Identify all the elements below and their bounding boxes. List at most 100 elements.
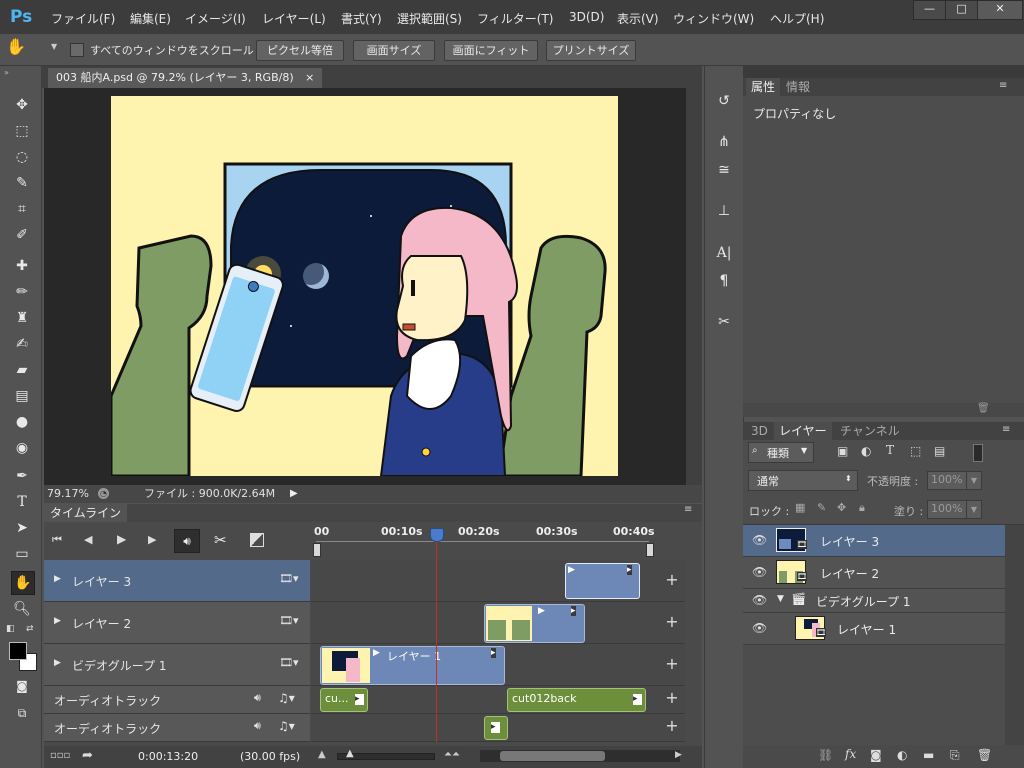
clip-options-icon[interactable]: ▸ [571, 606, 576, 616]
hand-tool-selected-icon[interactable]: ✋ [11, 571, 35, 595]
play-icon[interactable]: ▶ [117, 532, 126, 546]
audio-clip-options-icon[interactable]: ▸ [491, 722, 500, 733]
lock-transparent-icon[interactable]: ▦ [795, 501, 805, 514]
opacity-field[interactable]: 100% [927, 471, 967, 490]
clip-expand-icon[interactable]: ▶ [538, 606, 545, 616]
menu-file[interactable]: ファイル(F) [51, 10, 115, 27]
menu-layer[interactable]: レイヤー(L) [262, 10, 326, 27]
tab-properties[interactable]: 属性 [746, 78, 781, 96]
character-panel-icon[interactable]: A| [713, 242, 735, 264]
zoom-tool-icon[interactable]: 🔍︎ [11, 598, 33, 620]
new-adjustment-layer-icon[interactable]: ◐ [897, 748, 907, 762]
expand-track-icon[interactable]: ▶ [54, 658, 61, 668]
opacity-dropdown-icon[interactable]: ▼ [966, 471, 982, 490]
previous-frame-icon[interactable]: ◀ [84, 533, 92, 546]
hand-tool-icon[interactable]: ✋ [6, 37, 26, 56]
properties-trash-icon[interactable]: 🗑︎ [977, 403, 990, 414]
visibility-eye-icon[interactable]: 👁︎ [752, 565, 767, 579]
tab-3d[interactable]: 3D [746, 422, 773, 440]
track-header-layer3[interactable]: ▶ レイヤー 3 🎞︎▾ [44, 560, 310, 602]
convert-to-frame-animation-icon[interactable]: ▫▫▫ [50, 750, 70, 761]
audio-volume-icon[interactable]: 🔊︎ [254, 719, 261, 733]
render-video-icon[interactable]: ➦ [82, 748, 93, 763]
filter-type-icon[interactable]: T [886, 443, 894, 457]
blend-mode-select[interactable]: 通常 ⬍ [748, 470, 858, 491]
work-area-start-handle[interactable] [313, 543, 321, 557]
track-header-layer2[interactable]: ▶ レイヤー 2 🎞︎▾ [44, 602, 310, 644]
add-audio-2-button[interactable]: + [664, 716, 680, 735]
clip-expand-icon[interactable]: ▶ [568, 565, 575, 575]
layers-menu-icon[interactable]: ≡ [1002, 424, 1010, 435]
menu-select[interactable]: 選択範囲(S) [397, 10, 462, 27]
layer-row-layer2[interactable]: 👁︎ 🎞︎ レイヤー 2 [743, 557, 1005, 589]
path-selection-tool-icon[interactable]: ➤ [11, 517, 33, 539]
go-to-first-frame-icon[interactable]: ⏮ [52, 533, 62, 547]
filter-adjustment-icon[interactable]: ◐ [861, 444, 871, 458]
collapse-toolbar-icon[interactable]: » [4, 68, 9, 77]
clip-expand-icon[interactable]: ▶ [373, 648, 380, 658]
history-panel-icon[interactable]: ↺ [713, 90, 735, 112]
artwork-canvas[interactable] [111, 96, 618, 476]
type-tool-icon[interactable]: T [11, 491, 33, 513]
timeline-zoom-thumb[interactable]: ▲ [346, 748, 354, 759]
fill-dropdown-icon[interactable]: ▼ [966, 500, 982, 519]
zoom-in-timeline-icon[interactable]: ⏶⏶ [444, 749, 460, 760]
gradient-tool-icon[interactable]: ▤ [11, 385, 33, 407]
clip-video-group[interactable]: ▶ レイヤー 1 ▸ [320, 646, 505, 685]
blur-tool-icon[interactable]: ● [11, 411, 33, 433]
track-film-menu-icon[interactable]: 🎞︎▾ [279, 572, 299, 585]
fill-screen-button[interactable]: 画面にフィット [444, 40, 538, 61]
document-tab[interactable]: 003 船内A.psd @ 79.2% (レイヤー 3, RGB/8) × [48, 68, 323, 88]
menu-view[interactable]: 表示(V) [617, 10, 659, 27]
link-layers-icon[interactable]: ⛓︎ [818, 748, 833, 762]
tab-channels[interactable]: チャンネル [835, 422, 905, 440]
expand-track-icon[interactable]: ▶ [54, 616, 61, 626]
zoom-out-timeline-icon[interactable]: ▲ [318, 749, 326, 760]
rectangle-tool-icon[interactable]: ▭ [11, 543, 33, 565]
brush-tool-icon[interactable]: ✏ [11, 281, 33, 303]
lock-image-icon[interactable]: ✎ [817, 501, 826, 514]
move-tool-icon[interactable]: ✥ [11, 94, 33, 116]
audio-clip-options-icon[interactable]: ▸ [633, 694, 642, 705]
eyedropper-tool-icon[interactable]: ✐ [11, 224, 33, 246]
clone-source-icon[interactable]: ⊥ [713, 200, 735, 222]
dodge-tool-icon[interactable]: ◉ [11, 437, 33, 459]
healing-brush-tool-icon[interactable]: ✚ [11, 255, 33, 277]
audio-volume-icon[interactable]: 🔊︎ [254, 691, 261, 705]
audio-clip-options-icon[interactable]: ▸ [355, 694, 364, 705]
layers-scrollbar[interactable] [1005, 525, 1024, 748]
quick-mask-icon[interactable]: ◙ [11, 675, 33, 697]
default-colors-icon[interactable]: ◧ [6, 624, 15, 634]
menu-type[interactable]: 書式(Y) [341, 10, 382, 27]
timeline-scroll-right-icon[interactable]: ▶ [675, 750, 682, 760]
track-film-menu-icon[interactable]: 🎞︎▾ [279, 656, 299, 669]
clone-stamp-tool-icon[interactable]: ♜ [11, 307, 33, 329]
track-film-menu-icon[interactable]: 🎞︎▾ [279, 614, 299, 627]
filter-pixel-icon[interactable]: ▣ [837, 444, 848, 458]
visibility-eye-icon[interactable]: 👁︎ [752, 621, 767, 635]
track-header-video-group[interactable]: ▶ ビデオグループ 1 🎞︎▾ [44, 644, 310, 686]
status-menu-icon[interactable]: ◔ [98, 488, 109, 499]
filter-smart-object-icon[interactable]: ▤ [934, 444, 945, 458]
lasso-tool-icon[interactable]: ◌ [11, 146, 33, 168]
add-media-layer3-button[interactable]: + [664, 570, 680, 589]
transition-icon[interactable] [250, 533, 264, 547]
pen-tool-icon[interactable]: ✒ [11, 465, 33, 487]
menu-edit[interactable]: 編集(E) [130, 10, 171, 27]
new-layer-icon[interactable]: ⎘ [950, 748, 960, 763]
expand-track-icon[interactable]: ▶ [54, 574, 61, 584]
clip-layer3[interactable]: ▶ ▸ [565, 563, 640, 599]
screen-mode-icon[interactable]: ⧉ [11, 702, 33, 724]
clip-layer2[interactable]: ▶ ▸ [484, 604, 585, 643]
audio-note-menu-icon[interactable]: ♫▾ [278, 691, 295, 705]
brush-presets-icon[interactable]: ⋔ [713, 131, 735, 153]
filter-shape-icon[interactable]: ⬚ [910, 444, 921, 458]
lock-position-icon[interactable]: ✥ [837, 501, 846, 514]
document-tab-close-icon[interactable]: × [305, 71, 314, 84]
menu-image[interactable]: イメージ(I) [185, 10, 246, 27]
lock-all-icon[interactable]: 🔒︎ [859, 501, 865, 515]
menu-help[interactable]: ヘルプ(H) [770, 10, 824, 27]
tool-preset-chevron-icon[interactable]: ▼ [51, 42, 57, 51]
layer-row-layer1[interactable]: 👁︎ 🎞︎ レイヤー 1 [743, 613, 1005, 645]
filter-toggle-switch[interactable] [973, 444, 983, 462]
